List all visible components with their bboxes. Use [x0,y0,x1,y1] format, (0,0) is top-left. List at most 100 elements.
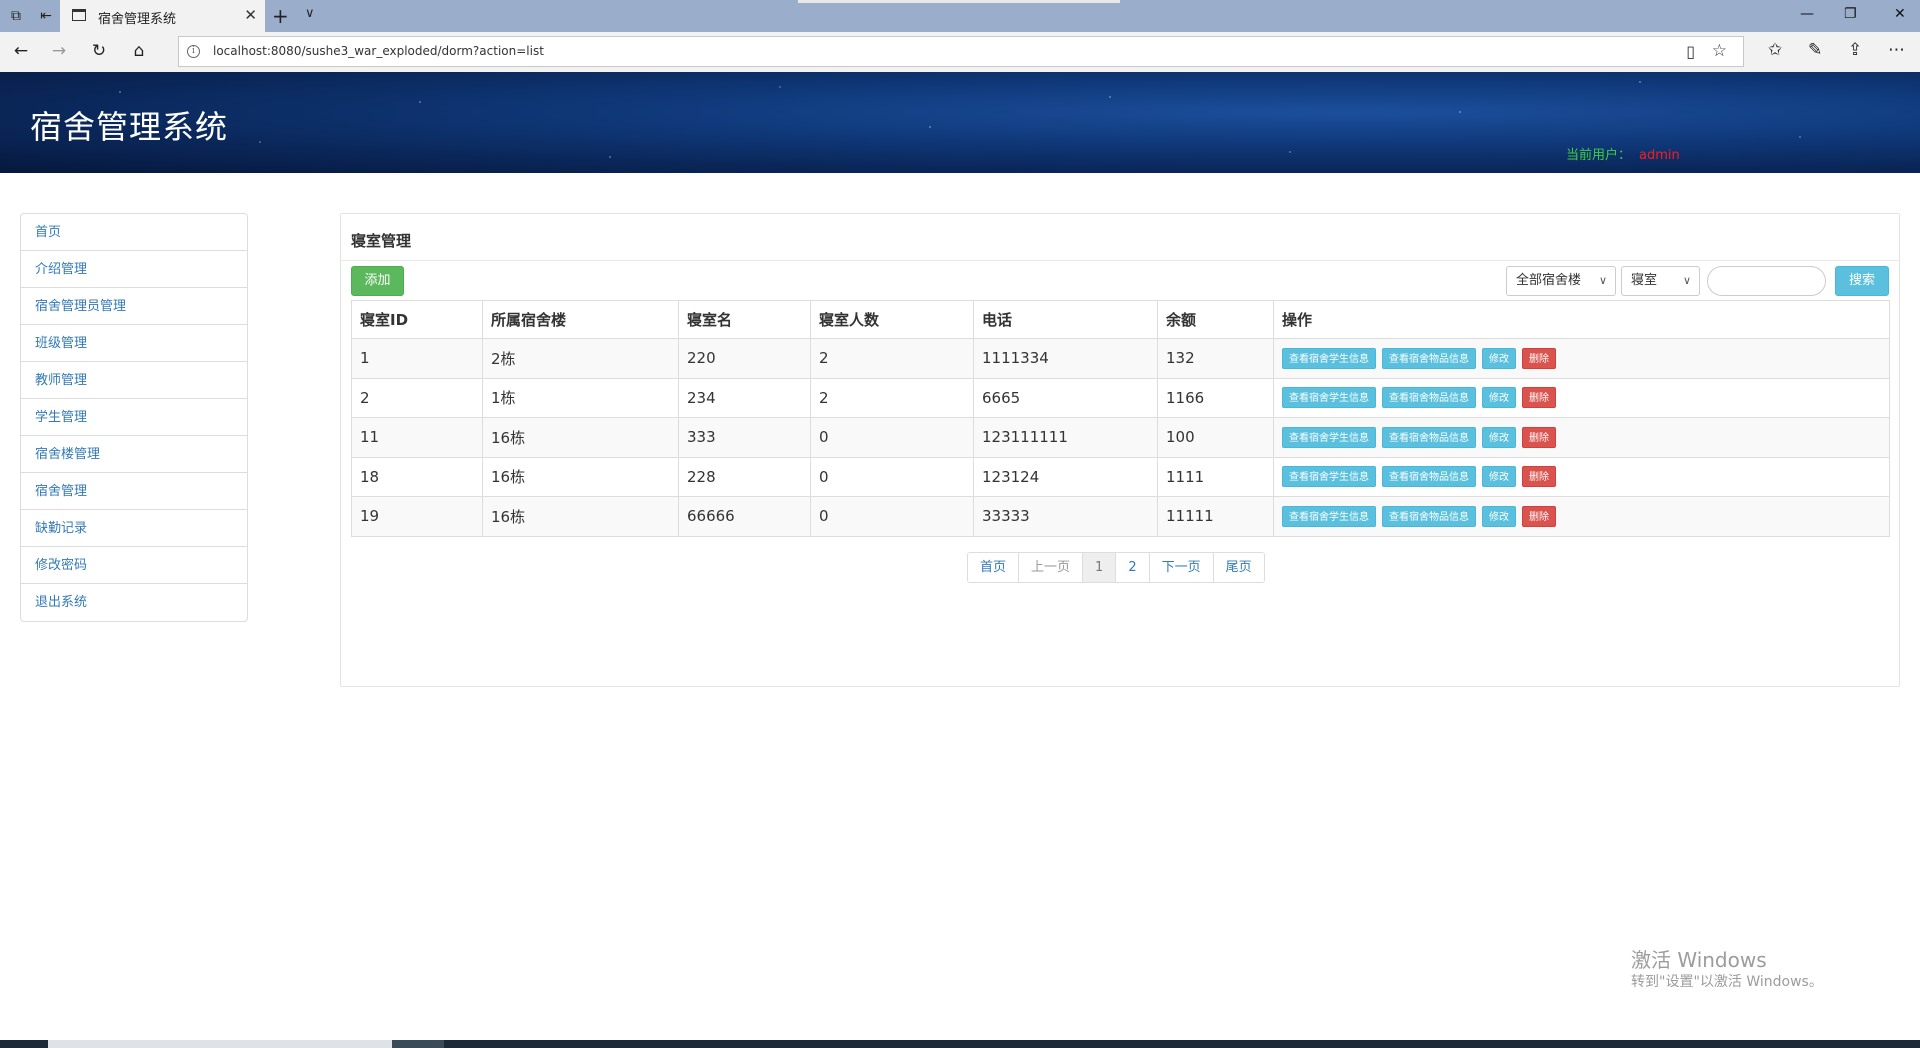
delete-button[interactable]: 删除 [1522,347,1556,369]
new-tab-icon[interactable]: + [272,4,289,28]
cell-building: 16栋 [482,456,679,497]
cell-building: 1栋 [482,377,679,418]
view-students-button[interactable]: 查看宿舍学生信息 [1282,426,1376,448]
cell-building: 16栋 [482,496,679,537]
set-aside-tabs-icon[interactable]: ⇤ [36,6,56,26]
add-button[interactable]: 添加 [351,266,404,296]
delete-button[interactable]: 删除 [1522,505,1556,527]
tab-preview-chevron-icon[interactable]: ∨ [305,6,315,21]
cell-balance: 132 [1157,338,1274,379]
table-row: 19 16栋 66666 0 33333 11111 查看宿舍学生信息 查看宿舍物… [351,496,1890,537]
activate-windows-title: 激活 Windows [1631,948,1767,972]
back-icon[interactable]: ← [10,41,32,61]
cell-balance: 100 [1157,417,1274,458]
view-students-button[interactable]: 查看宿舍学生信息 [1282,505,1376,527]
edit-button[interactable]: 修改 [1482,505,1516,527]
restore-icon[interactable]: ❐ [1844,6,1857,22]
cell-building: 2栋 [482,338,679,379]
taskbar-item[interactable] [392,1040,444,1048]
page-last[interactable]: 尾页 [1213,553,1264,582]
cell-id: 1 [351,338,483,379]
reading-view-icon[interactable]: ▯ [1686,42,1695,61]
search-input[interactable] [1707,266,1826,296]
sidebar-item-home[interactable]: 首页 [21,214,247,251]
view-items-button[interactable]: 查看宿舍物品信息 [1382,347,1476,369]
favorites-hub-icon[interactable]: ✩ [1768,40,1782,60]
sidebar-item-building[interactable]: 宿舍楼管理 [21,436,247,473]
more-icon[interactable]: ⋯ [1888,40,1905,60]
edit-button[interactable]: 修改 [1482,466,1516,488]
field-select-value: 寝室 [1631,273,1658,288]
sidebar-item-dorm[interactable]: 宿舍管理 [21,473,247,510]
home-icon[interactable]: ⌂ [128,41,150,61]
close-window-icon[interactable]: ✕ [1894,6,1906,22]
search-button[interactable]: 搜索 [1835,266,1889,296]
site-info-icon[interactable]: i [187,45,200,58]
cell-count: 0 [810,496,974,537]
cell-name: 333 [678,417,811,458]
cell-name: 234 [678,377,811,418]
current-user-label: 当前用户： [1566,148,1632,163]
forward-icon[interactable]: → [48,41,70,61]
browser-tab-active[interactable]: 宿舍管理系统 ✕ [60,0,265,32]
edit-button[interactable]: 修改 [1482,387,1516,409]
column-header: 寝室人数 [810,300,974,339]
sidebar-item-class[interactable]: 班级管理 [21,325,247,362]
view-students-button[interactable]: 查看宿舍学生信息 [1282,347,1376,369]
view-items-button[interactable]: 查看宿舍物品信息 [1382,426,1476,448]
cell-id: 19 [351,496,483,537]
delete-button[interactable]: 删除 [1522,387,1556,409]
sidebar-item-logout[interactable]: 退出系统 [21,584,247,621]
page-first[interactable]: 首页 [968,553,1020,582]
page-1[interactable]: 1 [1083,553,1117,582]
building-select[interactable]: 全部宿舍楼 ∨ [1506,266,1616,296]
column-header: 寝室名 [678,300,811,339]
cell-actions: 查看宿舍学生信息 查看宿舍物品信息 修改 删除 [1273,377,1890,418]
delete-button[interactable]: 删除 [1522,466,1556,488]
sidebar-item-student[interactable]: 学生管理 [21,399,247,436]
cell-balance: 11111 [1157,496,1274,537]
dorm-table: 寝室ID 所属宿舍楼 寝室名 寝室人数 电话 余额 操作 1 2栋 220 2 … [351,300,1890,537]
view-students-button[interactable]: 查看宿舍学生信息 [1282,466,1376,488]
sidebar-item-dorm-admin[interactable]: 宿舍管理员管理 [21,288,247,325]
taskbar [0,1040,1920,1048]
view-items-button[interactable]: 查看宿舍物品信息 [1382,387,1476,409]
sidebar-item-password[interactable]: 修改密码 [21,547,247,584]
tab-overview-icon[interactable]: ⧉ [6,6,26,26]
page-2[interactable]: 2 [1116,553,1150,582]
chevron-down-icon: ∨ [1682,274,1691,287]
page-next[interactable]: 下一页 [1149,553,1214,582]
close-tab-icon[interactable]: ✕ [244,6,257,24]
view-students-button[interactable]: 查看宿舍学生信息 [1282,387,1376,409]
page-prev[interactable]: 上一页 [1019,553,1084,582]
delete-button[interactable]: 删除 [1522,426,1556,448]
sidebar-item-absence[interactable]: 缺勤记录 [21,510,247,547]
view-items-button[interactable]: 查看宿舍物品信息 [1382,466,1476,488]
refresh-icon[interactable]: ↻ [88,41,110,61]
sidebar-item-teacher[interactable]: 教师管理 [21,362,247,399]
panel-divider [341,260,1899,261]
cell-actions: 查看宿舍学生信息 查看宿舍物品信息 修改 删除 [1273,417,1890,458]
current-user-name: admin [1639,148,1680,163]
sidebar-item-intro[interactable]: 介绍管理 [21,251,247,288]
share-icon[interactable]: ⇪ [1848,40,1862,60]
minimize-icon[interactable]: — [1800,6,1814,22]
taskbar-search[interactable] [48,1040,392,1048]
favorite-star-icon[interactable]: ☆ [1712,41,1727,61]
column-header: 寝室ID [351,300,483,339]
field-select[interactable]: 寝室 ∨ [1621,266,1700,296]
edit-button[interactable]: 修改 [1482,426,1516,448]
url-text[interactable]: localhost:8080/sushe3_war_exploded/dorm?… [213,44,544,58]
cell-name: 220 [678,338,811,379]
cell-count: 0 [810,456,974,497]
table-row: 2 1栋 234 2 6665 1166 查看宿舍学生信息 查看宿舍物品信息 修改删… [351,377,1890,418]
cell-phone: 123124 [973,456,1158,497]
edit-button[interactable]: 修改 [1482,347,1516,369]
view-items-button[interactable]: 查看宿舍物品信息 [1382,505,1476,527]
cell-building: 16栋 [482,417,679,458]
address-bar[interactable]: i localhost:8080/sushe3_war_exploded/dor… [178,36,1744,67]
top-overlay-strip [798,0,1120,3]
pen-icon[interactable]: ✎ [1808,40,1822,60]
chevron-down-icon: ∨ [1598,274,1607,287]
tab-title: 宿舍管理系统 [98,12,177,27]
